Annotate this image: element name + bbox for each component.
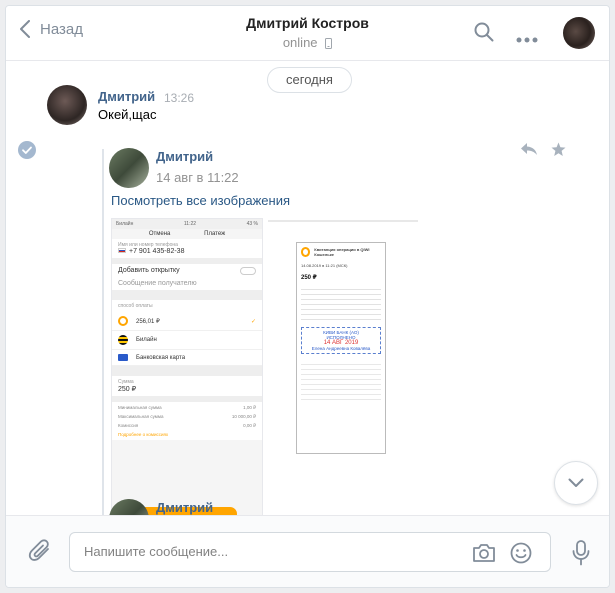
- paperclip-icon: [28, 539, 49, 561]
- message-text: Окей,щас: [98, 107, 157, 122]
- sum-value-text: 250 ₽: [118, 386, 137, 393]
- phone-number-row: +7 901 435-82-38: [118, 248, 256, 255]
- message-author[interactable]: Дмитрий: [98, 89, 155, 104]
- forwarded-author[interactable]: Дмитрий: [156, 149, 213, 164]
- chat-title[interactable]: Дмитрий Костров: [6, 15, 609, 31]
- method-card-text: Банковская карта: [136, 354, 186, 361]
- search-button[interactable]: [474, 22, 494, 47]
- chat-header: Назад Дмитрий Костров online: [6, 6, 609, 61]
- receipt-paper: Квитанция операции в QIWI Кошельке 14.08…: [296, 242, 386, 454]
- fee-label-text: Комиссия: [118, 423, 139, 428]
- forwarded-time[interactable]: 14 авг в 11:22: [156, 170, 239, 185]
- chevron-down-icon: [568, 478, 584, 487]
- more-dots-icon: [516, 37, 538, 43]
- contact-avatar[interactable]: [563, 17, 595, 49]
- divider: [112, 366, 262, 376]
- selected-check-icon[interactable]: [18, 141, 36, 159]
- add-card-row: Добавить открытку: [112, 264, 262, 277]
- phone-text: +7 901 435-82-38: [129, 248, 185, 255]
- receipt-lines: [301, 285, 381, 323]
- camera-icon: [473, 544, 495, 562]
- receipt-footer-lines: [301, 360, 381, 400]
- view-all-images-link[interactable]: Посмотреть все изображения: [111, 193, 290, 208]
- microphone-icon: [572, 540, 590, 566]
- more-button[interactable]: [516, 30, 538, 48]
- attach-button[interactable]: [28, 538, 52, 569]
- message-avatar[interactable]: [47, 85, 87, 125]
- add-card-text: Добавить открытку: [118, 267, 180, 274]
- camera-button[interactable]: [472, 543, 496, 568]
- message-composer: Напишите сообщение...: [6, 515, 609, 587]
- divider: [112, 290, 262, 300]
- receipt-date: 14.08.2019 в 11:21 (МСК): [301, 263, 348, 268]
- forwarded-author-2[interactable]: Дмитрий: [156, 500, 213, 515]
- forward-border: [102, 149, 104, 519]
- chat-window: Назад Дмитрий Костров online сегодня Дми…: [5, 5, 610, 588]
- message-time[interactable]: 13:26: [164, 91, 194, 105]
- voice-message-button[interactable]: [572, 540, 590, 571]
- card-icon: [118, 354, 128, 361]
- fee-details-link: Подробнее о комиссиях: [112, 432, 262, 440]
- min-value-text: 1,00 ₽: [243, 405, 256, 410]
- clock-text: 11:22: [183, 221, 197, 227]
- fee-row: Комиссия 0,00 ₽: [112, 423, 262, 432]
- bank-stamp: КИВИ БАНК (АО) ИСПОЛНЕНО 14 АВГ 2019 Еле…: [301, 327, 381, 354]
- phone-status-bar: Билайн 11:22 43 %: [112, 219, 262, 229]
- forwarded-avatar[interactable]: [109, 148, 149, 188]
- min-label-text: Минимальная сумма: [118, 405, 162, 410]
- tab-payment-text: Платеж: [204, 231, 226, 237]
- sum-field: Сумма 250 ₽: [112, 376, 262, 396]
- status-text: online: [282, 35, 318, 50]
- mobile-icon: [325, 38, 333, 49]
- checkmark-icon: ✓: [250, 318, 256, 325]
- method-card-row: Банковская карта: [112, 350, 262, 366]
- method-qiwi-row: 256,01 ₽ ✓: [112, 312, 262, 331]
- star-icon: [551, 142, 566, 156]
- receipt-header: Квитанция операции в QIWI Кошельке: [301, 247, 381, 257]
- payment-screenshot-photo[interactable]: Билайн 11:22 43 % Отмена Платеж Имя или …: [111, 218, 263, 516]
- method-qiwi-text: 256,01 ₽: [136, 318, 160, 325]
- scroll-down-button[interactable]: [554, 461, 598, 505]
- min-row: Минимальная сумма 1,00 ₽: [112, 402, 262, 414]
- receipt-screenshot-photo[interactable]: Квитанция операции в QIWI Кошельке 14.08…: [268, 220, 418, 516]
- search-icon: [474, 22, 494, 42]
- reply-button[interactable]: [520, 142, 538, 161]
- recipient-message-row: Сообщение получателю: [112, 277, 262, 290]
- reply-icon: [521, 143, 537, 155]
- tab-cancel-text: Отмена: [148, 231, 171, 237]
- qiwi-logo-icon: [301, 247, 311, 257]
- method-label-text: способ оплаты: [112, 300, 262, 312]
- max-value-text: 10 000,00 ₽: [231, 414, 256, 419]
- smile-icon: [510, 542, 532, 564]
- toggle-icon: [240, 267, 256, 275]
- date-separator: сегодня: [267, 67, 352, 93]
- method-beeline-text: Билайн: [136, 337, 157, 343]
- max-row: Максимальная сумма 10 000,00 ₽: [112, 414, 262, 423]
- flag-icon: [118, 248, 126, 253]
- qiwi-logo-icon: [118, 316, 128, 326]
- emoji-button[interactable]: [510, 542, 532, 569]
- battery-text: 43 %: [246, 221, 258, 227]
- max-label-text: Максимальная сумма: [118, 414, 164, 419]
- fee-value-text: 0,00 ₽: [243, 423, 256, 428]
- receipt-amount: 250 ₽: [301, 275, 317, 281]
- favorite-button[interactable]: [551, 142, 566, 162]
- receipt-heading: Квитанция операции в QIWI Кошельке: [314, 247, 370, 257]
- carrier-text: Билайн: [116, 221, 134, 227]
- beeline-logo-icon: [118, 335, 128, 345]
- stamp-sign-text: Елена Андреевна Ковалёва: [311, 346, 371, 351]
- phone-field: Имя или номер телефона +7 901 435-82-38: [112, 239, 262, 258]
- method-beeline-row: Билайн: [112, 331, 262, 350]
- payment-tabs: Отмена Платеж: [112, 229, 262, 239]
